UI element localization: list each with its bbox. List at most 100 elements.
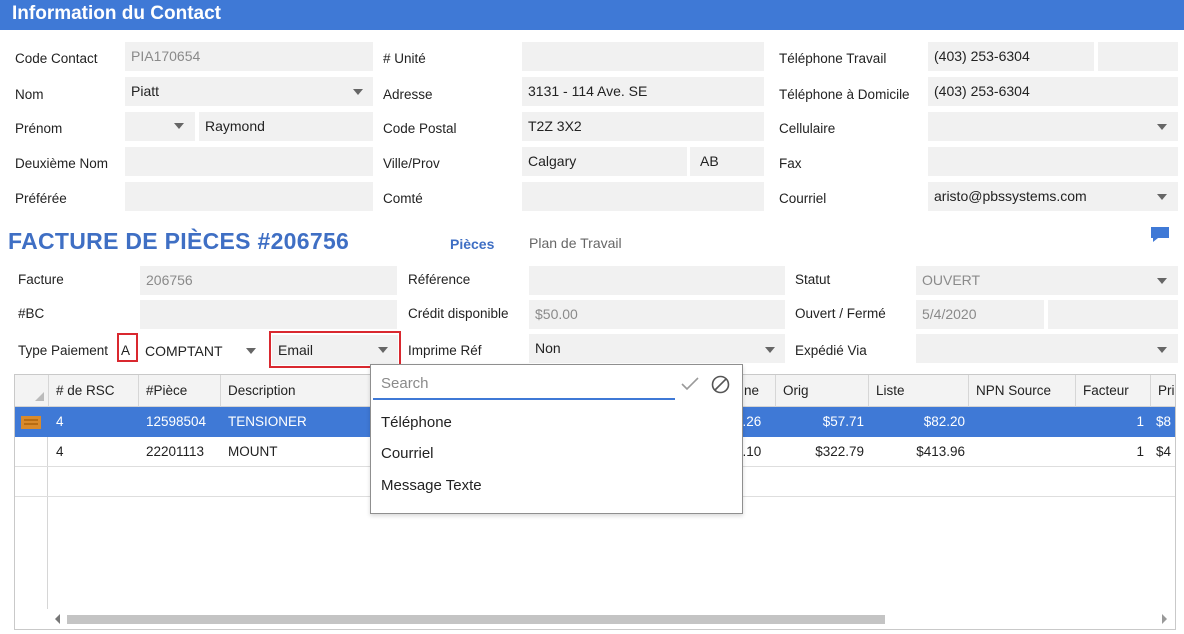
expedie-via-select[interactable] (916, 334, 1178, 363)
prenom-value: Raymond (205, 118, 265, 134)
expedie-via-label: Expédié Via (795, 343, 867, 358)
credit-field: $50.00 (529, 300, 785, 329)
type-paiement-label: Type Paiement (18, 343, 109, 358)
statut-select[interactable]: OUVERT (916, 266, 1178, 295)
column-header-piece[interactable]: #Pièce (138, 375, 225, 407)
adresse-field[interactable]: 3131 - 114 Ave. SE (522, 77, 764, 106)
nom-label: Nom (15, 87, 44, 102)
cell-description: MOUNT (228, 444, 278, 459)
tel-travail-field[interactable]: (403) 253-6304 (928, 42, 1094, 71)
ouvert-date-field[interactable]: 5/4/2020 (916, 300, 1044, 329)
fax-label: Fax (779, 156, 802, 171)
code-contact-label: Code Contact (15, 51, 98, 66)
column-header-liste[interactable]: Liste (868, 375, 970, 407)
facture-field[interactable]: 206756 (140, 266, 397, 295)
imprime-select[interactable]: Non (529, 334, 785, 363)
tab-plan-de-travail[interactable]: Plan de Travail (529, 235, 622, 251)
code-postal-field[interactable]: T2Z 3X2 (522, 112, 764, 141)
column-header-description[interactable]: Description (220, 375, 380, 407)
cellulaire-field[interactable] (928, 112, 1178, 141)
imprime-value: Non (535, 340, 561, 356)
tel-domicile-field[interactable]: (403) 253-6304 (928, 77, 1178, 106)
notification-dropdown-menu: Search Téléphone Courriel Message Texte (370, 364, 743, 514)
cellulaire-dropdown-icon[interactable] (1157, 124, 1167, 130)
courriel-dropdown-icon[interactable] (1157, 194, 1167, 200)
tel-domicile-label: Téléphone à Domicile (779, 87, 910, 102)
comte-field[interactable] (522, 182, 764, 211)
type-paiement-dropdown-icon[interactable] (246, 348, 256, 354)
expedie-via-dropdown-icon[interactable] (1157, 347, 1167, 353)
section-header: Information du Contact (0, 0, 1184, 30)
cell-liste: $413.96 (916, 444, 965, 459)
bc-field[interactable] (140, 300, 397, 329)
column-header-facteur[interactable]: Facteur (1075, 375, 1152, 407)
imprime-dropdown-icon[interactable] (765, 347, 775, 353)
reference-field[interactable] (529, 266, 785, 295)
preferee-field[interactable] (125, 182, 373, 211)
type-paiement-value[interactable]: COMPTANT (145, 343, 223, 359)
cell-facteur: 1 (1136, 414, 1144, 429)
tab-pieces[interactable]: Pièces (450, 236, 494, 252)
comment-icon[interactable] (1150, 226, 1170, 244)
column-header-npn-source[interactable]: NPN Source (968, 375, 1074, 407)
imprime-label: Imprime Réf (408, 343, 482, 358)
code-contact-field[interactable]: PIA170654 (125, 42, 373, 71)
prenom-field[interactable]: Raymond (199, 112, 373, 141)
select-all-icon[interactable] (35, 392, 44, 401)
credit-label: Crédit disponible (408, 306, 509, 321)
courriel-field[interactable]: aristo@pbssystems.com (928, 182, 1178, 211)
notification-dropdown-icon[interactable] (378, 347, 388, 353)
comte-label: Comté (383, 191, 423, 206)
prenom-label: Prénom (15, 121, 63, 136)
statut-dropdown-icon[interactable] (1157, 278, 1167, 284)
code-postal-label: Code Postal (383, 121, 457, 136)
nom-dropdown-icon[interactable] (353, 89, 363, 95)
horizontal-scrollbar[interactable] (15, 609, 1175, 629)
deuxieme-nom-label: Deuxième Nom (15, 156, 109, 171)
notification-value: Email (278, 342, 314, 358)
prenom-title-dropdown-icon[interactable] (174, 123, 184, 129)
dropdown-option-courriel[interactable]: Courriel (381, 445, 434, 462)
prov-value: AB (700, 153, 719, 169)
dropdown-option-message-texte[interactable]: Message Texte (381, 477, 482, 494)
cell-rsc: 4 (56, 444, 64, 459)
column-header-partial[interactable]: ne (737, 375, 777, 407)
clear-icon[interactable] (711, 375, 730, 394)
scroll-left-icon[interactable] (55, 614, 60, 624)
bc-label: #BC (18, 306, 45, 321)
cell-rsc: 4 (56, 414, 64, 429)
ville-prov-label: Ville/Prov (383, 156, 440, 171)
prenom-title-select[interactable] (125, 112, 195, 141)
courriel-value: aristo@pbssystems.com (934, 188, 1087, 204)
cell-prix: $8 (1156, 414, 1172, 429)
reference-label: Référence (408, 272, 471, 287)
cell-orig: $322.79 (815, 444, 864, 459)
ville-field[interactable]: Calgary (522, 147, 687, 176)
prov-field[interactable]: AB (690, 147, 764, 176)
confirm-check-icon[interactable] (681, 377, 699, 391)
cell-liste: $82.20 (923, 414, 965, 429)
tel-travail-ext-field[interactable] (1098, 42, 1178, 71)
ferme-date-field[interactable] (1048, 300, 1178, 329)
scrollbar-thumb[interactable] (67, 615, 885, 624)
cell-piece: 22201113 (146, 444, 205, 459)
fax-field[interactable] (928, 147, 1178, 176)
dropdown-search-input[interactable]: Search (373, 369, 675, 400)
column-header-prix[interactable]: Pri (1150, 375, 1175, 407)
cell-description: TENSIONER (228, 414, 307, 429)
row-edit-icon[interactable] (21, 416, 41, 429)
deuxieme-nom-field[interactable] (125, 147, 373, 176)
dropdown-option-telephone[interactable]: Téléphone (381, 414, 452, 431)
type-paiement-code: A (121, 343, 131, 358)
column-header-orig[interactable]: Orig (775, 375, 870, 407)
adresse-label: Adresse (383, 87, 433, 102)
unite-field[interactable] (522, 42, 764, 71)
invoice-title: FACTURE DE PIÈCES #206756 (8, 228, 350, 254)
scroll-right-icon[interactable] (1162, 614, 1167, 624)
nom-field[interactable]: Piatt (125, 77, 373, 106)
cell-piece: 12598504 (146, 414, 207, 429)
statut-label: Statut (795, 272, 831, 287)
column-header-rsc[interactable]: # de RSC (48, 375, 145, 407)
facture-label: Facture (18, 272, 64, 287)
unite-label: # Unité (383, 51, 426, 66)
